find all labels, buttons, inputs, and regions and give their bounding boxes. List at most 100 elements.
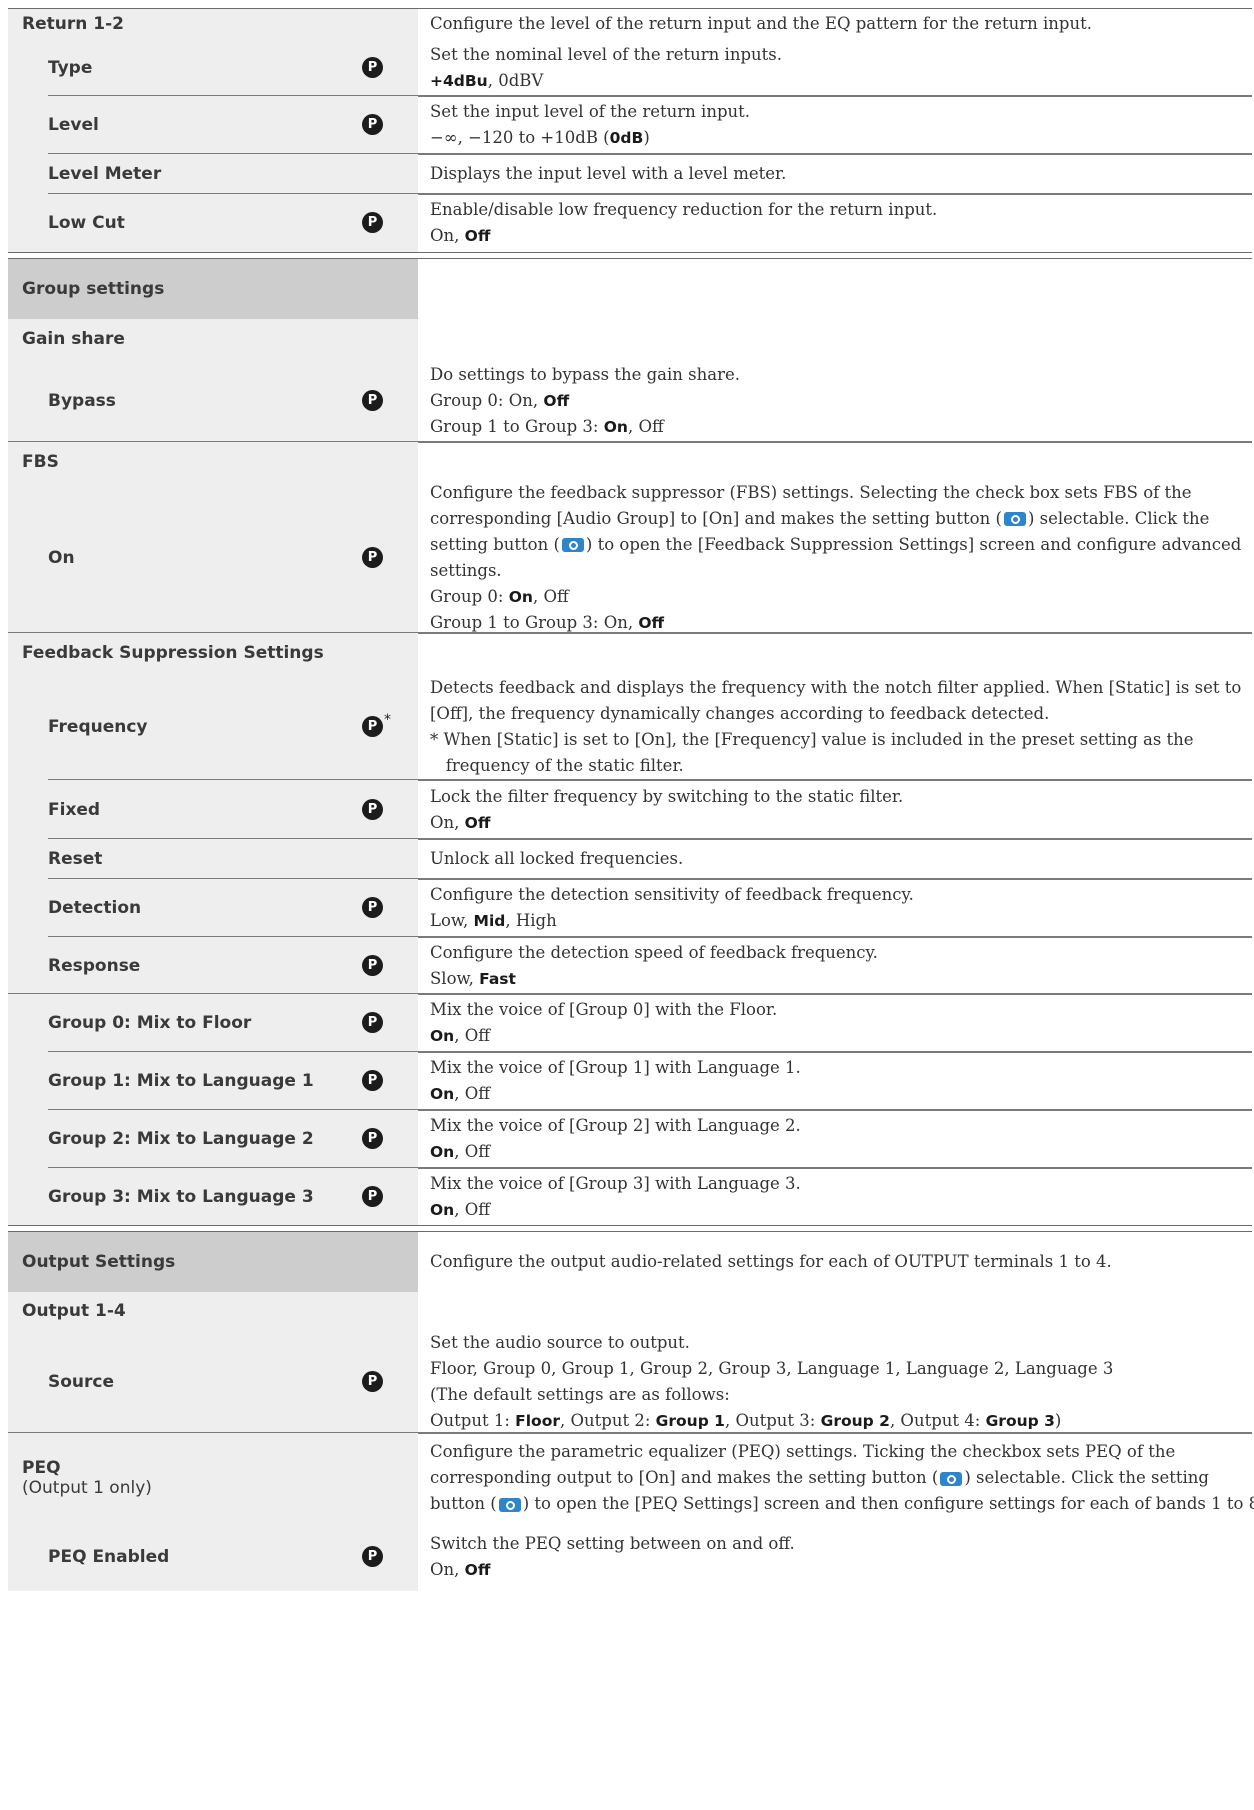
setting-name-cell: Source P [8, 1330, 418, 1433]
description-text: ) [1054, 1410, 1062, 1430]
description-text: Configure the level of the return input … [430, 14, 1092, 33]
default-value: Off [543, 391, 570, 410]
default-value: Off [464, 813, 491, 832]
setting-row-level-meter: Level Meter Displays the input level with… [8, 153, 1252, 194]
setting-name: Fixed [8, 800, 100, 820]
description-text: , High [505, 911, 557, 930]
setting-name: Frequency [8, 717, 148, 737]
default-value: Group 3 [985, 1411, 1055, 1430]
setting-name: Group 1: Mix to Language 1 [8, 1071, 314, 1091]
description-line: On, Off [430, 1557, 1240, 1583]
footnote-asterisk-icon: * [384, 711, 391, 728]
setting-description: Unlock all locked frequencies. [418, 839, 1252, 879]
setting-description: Mix the voice of [Group 2] with Language… [418, 1110, 1252, 1168]
description-line: Low, Mid, High [430, 908, 1240, 934]
section-divider [8, 252, 1252, 259]
setting-name-cell: Fixed P [8, 780, 418, 839]
setting-name: Low Cut [8, 213, 125, 233]
setting-label: FBS [22, 452, 59, 472]
description-line: Lock the filter frequency by switching t… [430, 784, 1240, 810]
setting-description: Configure the detection sensitivity of f… [418, 879, 1252, 937]
setting-label: Group 3: Mix to Language 3 [48, 1186, 314, 1207]
description-text: Unlock all locked frequencies. [430, 849, 684, 868]
description-line: corresponding output to [On] and makes t… [430, 1465, 1254, 1491]
description-text: corresponding [Audio Group] to [On] and … [430, 508, 1002, 528]
setting-name: Output Settings [8, 1252, 175, 1272]
description-text: Lock the filter frequency by switching t… [430, 786, 904, 806]
setting-label: Output 1-4 [22, 1301, 126, 1321]
description-line: Set the input level of the return input. [430, 99, 1240, 125]
description-text: ) selectable. Click the [1027, 508, 1210, 528]
setting-label: Detection [48, 898, 142, 918]
description-text: Low, [430, 911, 474, 930]
description-line: Displays the input level with a level me… [430, 161, 1240, 187]
description-line: [Off], the frequency dynamically changes… [430, 701, 1241, 727]
description-text: * When [Static] is set to [On], the [Fre… [430, 729, 1194, 749]
setting-name-cell: Bypass P [8, 359, 418, 442]
setting-name: Group 3: Mix to Language 3 [8, 1187, 314, 1207]
setting-label: Bypass [48, 390, 116, 411]
setting-label: Group 0: Mix to Floor [48, 1013, 252, 1033]
description-line: Configure the detection sensitivity of f… [430, 882, 1240, 908]
setting-name-cell: Output 1-4 [8, 1292, 418, 1330]
description-line: Configure the feedback suppressor (FBS) … [430, 480, 1241, 506]
description-text: Set the audio source to output. [430, 1332, 690, 1352]
setting-name-cell: PEQ (Output 1 only) [8, 1433, 418, 1523]
setting-row-group-settings: Group settings [8, 259, 1252, 319]
description-line: Group 1 to Group 3: On, Off [430, 414, 1240, 440]
settings-table: Return 1-2 Configure the level of the ret… [8, 8, 1254, 1591]
settings-button-icon [1003, 512, 1026, 526]
default-value: +4dBu [430, 71, 488, 90]
setting-description [418, 633, 1252, 673]
setting-description [418, 259, 1252, 319]
description-text: (The default settings are as follows: [430, 1384, 730, 1404]
preset-p-icon: P [362, 1185, 383, 1207]
setting-label: Gain share [22, 329, 125, 349]
default-value: Fast [479, 969, 516, 988]
description-text: Configure the parametric equalizer (PEQ)… [430, 1442, 1176, 1461]
description-line: (The default settings are as follows: [430, 1382, 1240, 1408]
setting-name-cell: Gain share [8, 319, 418, 359]
setting-label: Return 1-2 [22, 14, 124, 34]
setting-description: Set the nominal level of the return inpu… [418, 39, 1252, 96]
setting-name: Return 1-2 [8, 14, 124, 34]
setting-name: FBS [8, 452, 59, 472]
description-text: , Output 3: [724, 1410, 821, 1430]
setting-row-frequency: Frequency P * Detects feedback and displays… [8, 673, 1252, 780]
description-text: , Off [454, 1084, 490, 1103]
preset-p-icon: P [362, 1370, 383, 1392]
setting-row-bypass: Bypass P Do settings to bypass the gain sh… [8, 359, 1252, 442]
setting-name-cell: Reset [8, 839, 418, 879]
setting-name-cell: Response P [8, 937, 418, 994]
setting-name: Level [8, 115, 99, 135]
setting-description: Mix the voice of [Group 1] with Language… [418, 1052, 1252, 1110]
setting-description: Switch the PEQ setting between on and of… [418, 1523, 1252, 1591]
setting-description: Configure the feedback suppressor (FBS) … [418, 482, 1253, 633]
description-line: On, Off [430, 810, 1240, 836]
description-text: corresponding output to [On] and makes t… [430, 1468, 939, 1487]
description-line: Mix the voice of [Group 2] with Language… [430, 1113, 1240, 1139]
setting-name-cell: Group 2: Mix to Language 2 P [8, 1110, 418, 1168]
setting-name-cell: Output Settings [8, 1232, 418, 1292]
description-line: * When [Static] is set to [On], the [Fre… [430, 727, 1241, 753]
description-text: Group 0: [430, 586, 509, 606]
setting-label: Type [48, 57, 93, 78]
settings-button-icon [498, 1497, 521, 1512]
description-line: −∞, −120 to +10dB (0dB) [430, 125, 1240, 151]
description-line: frequency of the static filter. [430, 753, 1241, 779]
setting-description: Configure the level of the return input … [418, 9, 1252, 39]
preset-p-icon: P [362, 56, 383, 78]
description-text: Enable/disable low frequency reduction f… [430, 200, 938, 219]
setting-description: Do settings to bypass the gain share. Gro… [418, 359, 1252, 442]
setting-label: Group settings [22, 279, 165, 299]
setting-name: PEQ Enabled [8, 1547, 169, 1567]
setting-row-group-0-mix-to-floor: Group 0: Mix to Floor P Mix the voice of [… [8, 993, 1252, 1052]
description-line: Set the nominal level of the return inpu… [430, 42, 1240, 68]
description-line: Group 0: On, Off [430, 584, 1241, 610]
setting-name-cell: Level P [8, 96, 418, 154]
setting-description: Enable/disable low frequency reduction f… [418, 194, 1252, 252]
setting-row-peq-enabled: PEQ Enabled P Switch the PEQ setting betwe… [8, 1523, 1252, 1591]
setting-label: On [48, 547, 75, 568]
description-text: , 0dBV [487, 70, 544, 90]
section-divider [8, 1225, 1252, 1232]
